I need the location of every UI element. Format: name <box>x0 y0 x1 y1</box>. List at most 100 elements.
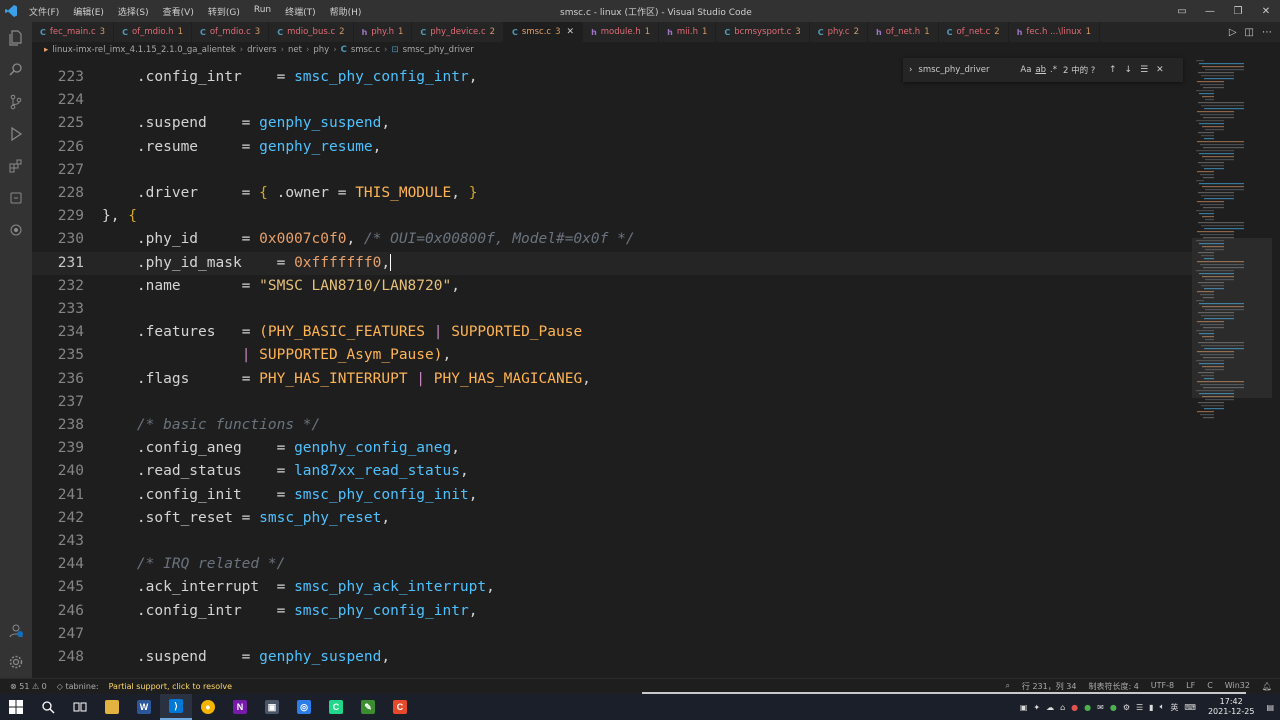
cursor-position[interactable]: 行 231，列 34 <box>1022 681 1077 692</box>
chrome-app-icon[interactable]: ● <box>192 694 224 720</box>
tabnine-indicator[interactable]: ◇ tabnine: <box>57 682 99 691</box>
menu-item-help[interactable]: 帮助(H) <box>323 5 369 18</box>
language-mode[interactable]: C <box>1207 681 1213 692</box>
tab-of-net-h[interactable]: h of_net.h 1 <box>868 22 939 42</box>
search-icon[interactable] <box>0 54 32 86</box>
code-line[interactable]: 228 .driver = { .owner = THIS_MODULE, } <box>32 182 1192 205</box>
tab-mdio-bus-c[interactable]: Cmdio_bus.c 2 <box>269 22 354 42</box>
word-app-icon[interactable]: W <box>128 694 160 720</box>
zoom-search-icon[interactable]: ⌕ <box>1005 681 1009 692</box>
platform[interactable]: Win32 <box>1225 681 1250 692</box>
code-line[interactable]: 229}, { <box>32 205 1192 228</box>
tray-app-icon[interactable]: ● <box>1084 703 1091 712</box>
match-case-toggle[interactable]: Aa <box>1020 65 1031 75</box>
tab-fec-h-linux[interactable]: h fec.h ...\linux 1 <box>1009 22 1100 42</box>
settings-gear-icon[interactable] <box>0 646 32 678</box>
code-line[interactable]: 224 <box>32 89 1192 112</box>
find-input[interactable]: smsc_phy_driver <box>918 65 1014 75</box>
more-actions-icon[interactable]: ⋯ <box>1262 27 1272 38</box>
code-line[interactable]: 237 <box>32 391 1192 414</box>
code-line[interactable]: 235 | SUPPORTED_Asym_Pause), <box>32 344 1192 367</box>
partial-support-warning[interactable]: Partial support, click to resolve <box>109 682 232 691</box>
taskbar-search-icon[interactable] <box>32 694 64 720</box>
code-line[interactable]: 239 .config_aneg = genphy_config_aneg, <box>32 437 1192 460</box>
tab-smsc-c[interactable]: Csmsc.c 3 ✕ <box>504 22 584 42</box>
breadcrumb-item[interactable]: smsc_phy_driver <box>403 45 474 55</box>
code-line[interactable]: 233 <box>32 298 1192 321</box>
keyboard-icon[interactable]: ⌨ <box>1184 703 1196 712</box>
split-editor-icon[interactable]: ◫ <box>1245 27 1254 38</box>
tab-phy-device-c[interactable]: Cphy_device.c 2 <box>412 22 505 42</box>
code-line[interactable]: 241 .config_init = smsc_phy_config_init, <box>32 484 1192 507</box>
breadcrumb-item[interactable]: linux-imx-rel_imx_4.1.15_2.1.0_ga_alient… <box>52 45 235 55</box>
menu-item-edit[interactable]: 编辑(E) <box>66 5 111 18</box>
code-line[interactable]: 243 <box>32 530 1192 553</box>
toggle-replace-chevron-icon[interactable]: › <box>909 65 912 75</box>
code-line[interactable]: 247 <box>32 623 1192 646</box>
explorer-icon[interactable] <box>0 22 32 54</box>
tab-of-mdio-c[interactable]: Cof_mdio.c 3 <box>192 22 270 42</box>
action-center-icon[interactable]: ▤ <box>1266 703 1274 712</box>
notifications-bell-icon[interactable]: 🔔︎ <box>1262 682 1272 691</box>
account-icon[interactable] <box>0 614 32 646</box>
code-line[interactable]: 244 /* IRQ related */ <box>32 553 1192 576</box>
tab-phy-c[interactable]: Cphy.c 2 <box>810 22 868 42</box>
vscode-app-icon[interactable]: ⟩ <box>160 694 192 720</box>
tab-of-mdio-h[interactable]: Cof_mdio.h 1 <box>114 22 192 42</box>
file-explorer-app-icon[interactable] <box>96 694 128 720</box>
menu-item-run[interactable]: Run <box>247 5 278 18</box>
end-of-line[interactable]: LF <box>1186 681 1195 692</box>
tray-app-icon[interactable]: ✉ <box>1097 703 1104 712</box>
next-match-arrow-down-icon[interactable]: ↓ <box>1125 65 1133 75</box>
code-line[interactable]: 236 .flags = PHY_HAS_INTERRUPT | PHY_HAS… <box>32 368 1192 391</box>
code-editor[interactable]: 223 .config_intr = smsc_phy_config_intr,… <box>32 58 1192 678</box>
code-line[interactable]: 240 .read_status = lan87xx_read_status, <box>32 460 1192 483</box>
tab-bcmsysport-c[interactable]: Cbcmsysport.c 3 <box>716 22 810 42</box>
menu-item-file[interactable]: 文件(F) <box>22 5 66 18</box>
run-debug-icon[interactable] <box>0 118 32 150</box>
minimize-icon[interactable]: — <box>1196 0 1224 22</box>
windows-start-icon[interactable] <box>0 694 32 720</box>
code-line[interactable]: 248 .suspend = genphy_suspend, <box>32 646 1192 669</box>
tab-size[interactable]: 制表符长度: 4 <box>1088 681 1138 692</box>
code-line[interactable]: 225 .suspend = genphy_suspend, <box>32 112 1192 135</box>
tray-app-icon[interactable]: ⚙ <box>1123 703 1130 712</box>
vertical-scrollbar[interactable] <box>1272 58 1280 678</box>
tray-app-icon[interactable]: ● <box>1110 703 1117 712</box>
tray-app-icon[interactable]: ● <box>1071 703 1078 712</box>
extension-panel-icon[interactable] <box>0 214 32 246</box>
close-tab-icon[interactable]: ✕ <box>567 27 575 37</box>
match-whole-word-toggle[interactable]: ab <box>1035 65 1046 75</box>
close-find-icon[interactable]: ✕ <box>1156 65 1164 75</box>
tab-module-h[interactable]: h module.h 1 <box>583 22 660 42</box>
code-line[interactable]: 226 .resume = genphy_resume, <box>32 136 1192 159</box>
previous-match-arrow-up-icon[interactable]: ↑ <box>1109 65 1117 75</box>
menu-item-terminal[interactable]: 终端(T) <box>278 5 323 18</box>
find-in-selection-icon[interactable]: ☰ <box>1140 65 1148 75</box>
breadcrumb-item[interactable]: net <box>288 45 302 55</box>
network-icon[interactable]: ▮ <box>1149 703 1153 712</box>
menu-item-view[interactable]: 查看(V) <box>156 5 201 18</box>
onenote-app-icon[interactable]: N <box>224 694 256 720</box>
encoding[interactable]: UTF-8 <box>1151 681 1174 692</box>
regex-toggle[interactable]: .* <box>1050 65 1057 75</box>
remote-desktop-app-icon[interactable]: ▣ <box>256 694 288 720</box>
code-line[interactable]: 231 .phy_id_mask = 0xfffffff0, <box>32 252 1192 275</box>
task-view-icon[interactable] <box>64 694 96 720</box>
tray-app-icon[interactable]: ▣ <box>1020 703 1028 712</box>
tray-app-icon[interactable]: ✦ <box>1033 703 1040 712</box>
code-line[interactable]: 242 .soft_reset = smsc_phy_reset, <box>32 507 1192 530</box>
browser-app-icon[interactable]: ◎ <box>288 694 320 720</box>
layout-icon[interactable]: ▭ <box>1168 0 1196 22</box>
code-line[interactable]: 232 .name = "SMSC LAN8710/LAN8720", <box>32 275 1192 298</box>
menu-item-go[interactable]: 转到(G) <box>201 5 247 18</box>
extensions-icon[interactable] <box>0 150 32 182</box>
ime-indicator[interactable]: 英 <box>1170 702 1178 713</box>
code-line[interactable]: 238 /* basic functions */ <box>32 414 1192 437</box>
clock[interactable]: 17:42 2021-12-25 <box>1208 697 1255 717</box>
minimap-viewport[interactable] <box>1192 238 1272 398</box>
tab-of-net-c[interactable]: Cof_net.c 2 <box>939 22 1009 42</box>
code-line[interactable]: 227 <box>32 159 1192 182</box>
problems-indicator[interactable]: ⊗ 51 ⚠ 0 <box>10 682 47 691</box>
code-line[interactable]: 230 .phy_id = 0x0007c0f0, /* OUI=0x00800… <box>32 228 1192 251</box>
